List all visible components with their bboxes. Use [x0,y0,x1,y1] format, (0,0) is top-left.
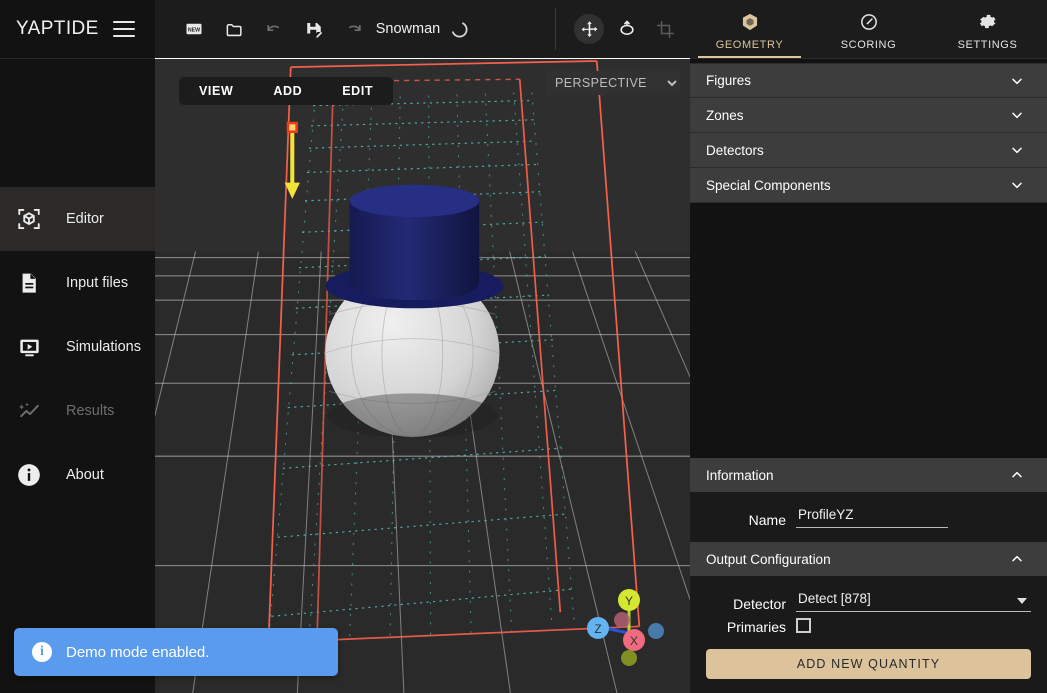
app-logo: YAPTIDE [16,18,99,39]
axis-gizmo[interactable]: Y X Z [582,585,668,671]
panel-tabs: GEOMETRY SCORING SETTINGS [690,0,1047,59]
tab-settings[interactable]: SETTINGS [928,0,1047,58]
redo-icon[interactable] [339,14,369,44]
viewport-menu-bar: VIEW ADD EDIT [179,77,394,105]
info-circle-icon [14,462,44,488]
axis-label-y: Y [625,594,633,608]
sidebar-item-results[interactable]: Results [0,379,155,443]
add-new-quantity-button[interactable]: ADD NEW QUANTITY [706,649,1031,679]
sparkle-chart-icon [14,399,44,424]
detector-label: Detector [733,596,786,612]
geometry-panel: Figures Zones Detectors Special Componen… [690,59,1047,693]
section-output-configuration-header[interactable]: Output Configuration [690,542,1047,576]
gauge-icon [859,12,879,35]
sidebar: Editor Input files Simulations Results A… [0,59,155,693]
open-folder-icon[interactable] [219,14,249,44]
viewport-menu-add[interactable]: ADD [253,84,322,98]
document-title: Snowman [375,21,441,37]
3d-viewport[interactable]: Y X Z VIEW ADD EDIT PERSPECTIVE [155,59,690,693]
accordion-special-components[interactable]: Special Components [690,168,1047,203]
axis-label-x: X [630,634,638,648]
play-screen-icon [14,335,44,360]
sidebar-item-editor-label: Editor [66,211,104,227]
gear-icon [978,12,998,35]
tab-geometry-label: GEOMETRY [715,38,784,51]
info-circle-icon: i [32,642,52,662]
axis-label-z: Z [594,622,601,636]
accordion-zones[interactable]: Zones [690,98,1047,133]
transform-tool-group [555,8,690,50]
new-file-icon[interactable]: NEW [179,14,209,44]
editor-cube-icon [14,206,44,232]
brand-zone: YAPTIDE [0,0,155,59]
section-information-title: Information [706,467,774,483]
cube-icon [740,12,760,35]
detector-select[interactable] [796,590,1031,612]
panel-empty-space [690,203,1047,458]
accordion-detectors[interactable]: Detectors [690,133,1047,168]
document-icon [14,271,44,295]
accordion-zones-label: Zones [706,107,744,123]
accordion-figures[interactable]: Figures [690,63,1047,98]
detector-select-wrap [796,590,1031,612]
section-output-configuration-body: Detector Primaries ADD NEW QUANTITY [690,576,1047,693]
undo-icon[interactable] [259,14,289,44]
name-field-row: Name [706,506,1031,528]
section-output-configuration-title: Output Configuration [706,551,831,567]
save-as-icon[interactable] [299,14,329,44]
toast-message: Demo mode enabled. [66,643,210,661]
sidebar-item-input-files[interactable]: Input files [0,251,155,315]
camera-mode-select[interactable]: PERSPECTIVE [545,71,680,95]
move-tool-icon[interactable] [574,14,604,44]
sidebar-item-about[interactable]: About [0,443,155,507]
toast-notification[interactable]: i Demo mode enabled. [14,628,338,676]
chevron-down-icon [1009,107,1025,123]
accordion-detectors-label: Detectors [706,142,764,158]
body-row: Editor Input files Simulations Results A… [0,59,1047,693]
scale-tool-icon[interactable] [650,14,680,44]
chevron-down-icon [1009,142,1025,158]
hamburger-menu-icon[interactable] [112,21,135,37]
loading-spinner-icon [451,21,468,37]
tab-settings-label: SETTINGS [957,38,1018,51]
name-input[interactable] [796,506,948,528]
tab-geometry[interactable]: GEOMETRY [690,0,809,58]
sidebar-item-editor[interactable]: Editor [0,187,155,251]
chevron-down-icon [1009,177,1025,193]
sidebar-item-results-label: Results [66,403,115,419]
file-tool-group: NEW [155,14,369,44]
primaries-field-row: Primaries [706,618,1031,635]
primaries-label: Primaries [726,619,786,635]
viewport-menu-edit[interactable]: EDIT [322,84,393,98]
section-information-header[interactable]: Information [690,458,1047,492]
geometry-accordion-list: Figures Zones Detectors Special Componen… [690,59,1047,203]
app-root: YAPTIDE NEW Snowman GEOMETRY SCORING SET… [0,0,1047,693]
chevron-up-icon [1009,551,1025,567]
detector-field-row: Detector [706,590,1031,612]
sidebar-item-about-label: About [66,467,104,483]
svg-text:NEW: NEW [188,27,200,33]
sidebar-item-simulations-label: Simulations [66,339,141,355]
section-information-body: Name [690,492,1047,542]
chevron-up-icon [1009,467,1025,483]
rotate-tool-icon[interactable] [612,14,642,44]
chevron-down-icon [1009,73,1025,89]
accordion-figures-label: Figures [706,73,752,88]
file-toolbar: NEW Snowman [155,0,690,59]
tab-scoring-label: SCORING [840,38,897,51]
top-bar: YAPTIDE NEW Snowman GEOMETRY SCORING SET… [0,0,1047,59]
sidebar-item-simulations[interactable]: Simulations [0,315,155,379]
viewport-menu-view[interactable]: VIEW [179,84,253,98]
name-label: Name [748,512,786,528]
primaries-checkbox[interactable] [796,618,811,633]
accordion-special-components-label: Special Components [706,177,831,193]
sidebar-item-input-files-label: Input files [66,275,129,291]
tab-scoring[interactable]: SCORING [809,0,928,58]
